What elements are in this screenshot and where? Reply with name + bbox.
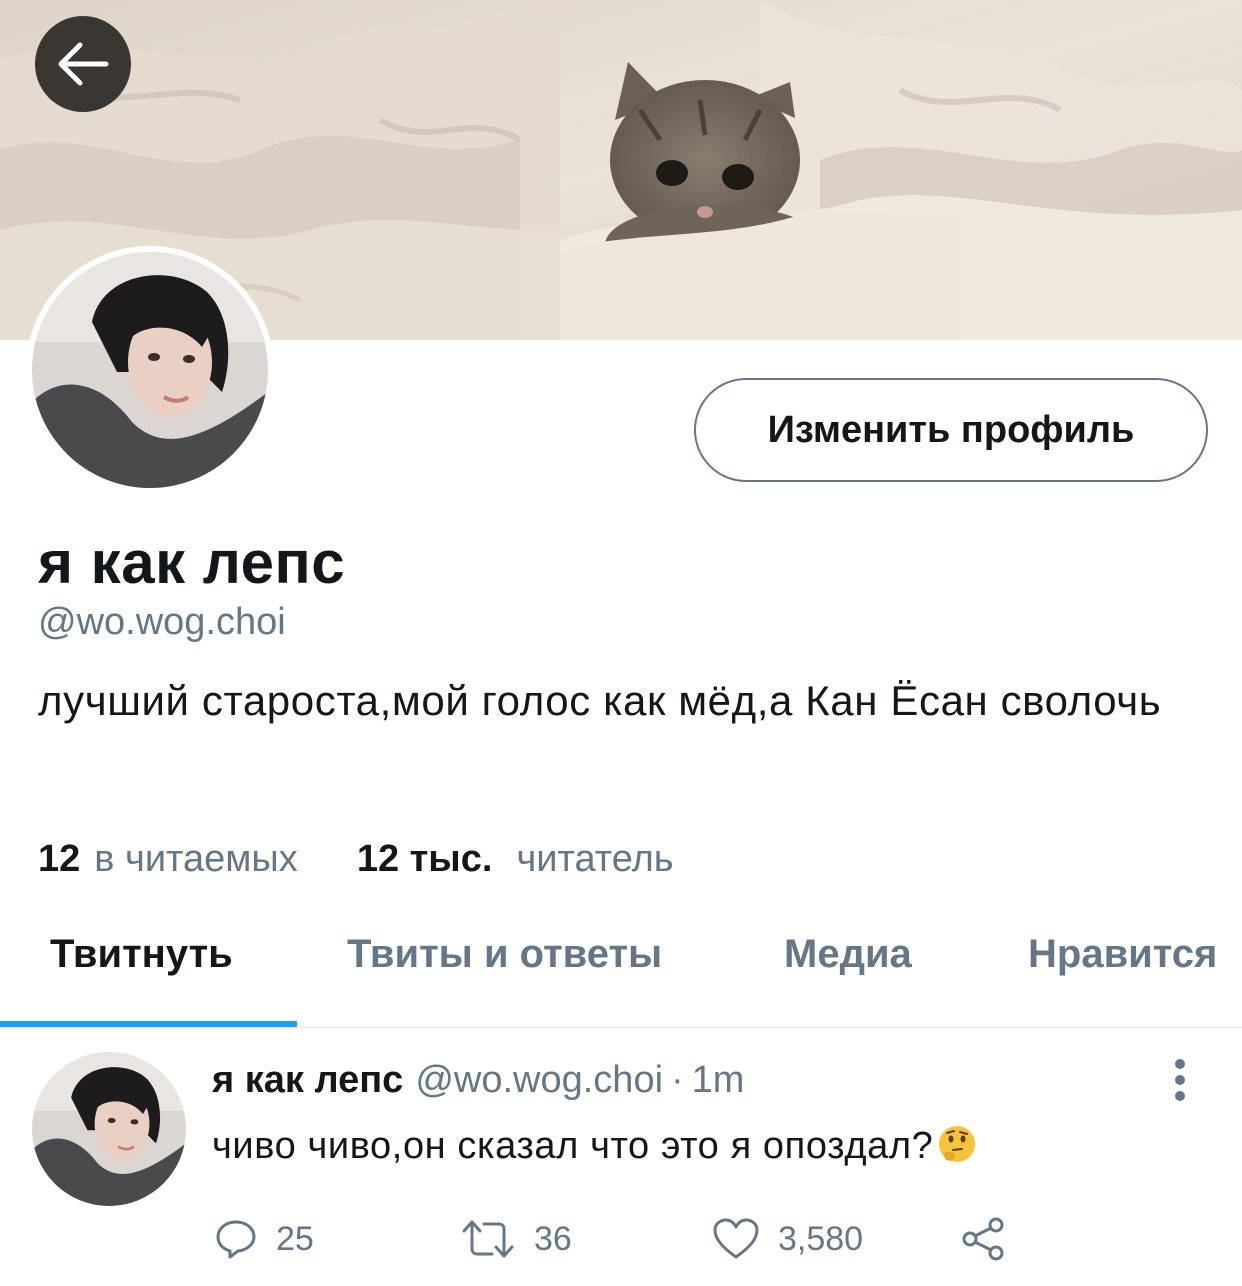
following-stat[interactable]: 12 в читаемых xyxy=(38,838,308,880)
tweet-text: чиво чиво,он сказал что это я опоздал? xyxy=(212,1120,977,1172)
tweet-avatar[interactable] xyxy=(32,1052,186,1206)
tweet-header: я как лепс @wo.wog.choi · 1m xyxy=(212,1056,744,1104)
tabs-divider xyxy=(0,1027,1242,1028)
following-label: в читаемых xyxy=(94,838,298,880)
like-count: 3,580 xyxy=(778,1219,864,1258)
profile-display-name: я как лепс xyxy=(38,529,346,596)
tab-media[interactable]: Медиа xyxy=(784,932,912,977)
following-count: 12 xyxy=(38,838,81,880)
followers-label: читатель xyxy=(516,838,674,880)
tab-tweets-and-replies[interactable]: Твиты и ответы xyxy=(347,932,662,977)
profile-stats: 12 в читаемых 12 тыс. читатель xyxy=(38,835,674,883)
tab-likes[interactable]: Нравится xyxy=(1028,932,1217,977)
retweet-icon xyxy=(462,1220,514,1258)
profile-avatar[interactable] xyxy=(26,246,274,494)
tweet-text-content: чиво чиво,он сказал что это я опоздал? xyxy=(212,1125,934,1167)
profile-tabs: Твитнуть Твиты и ответы Медиа Нравится xyxy=(0,920,1242,1028)
like-button[interactable]: 3,580 xyxy=(712,1214,863,1264)
tweet-author-handle[interactable]: @wo.wog.choi xyxy=(415,1059,663,1101)
share-button[interactable] xyxy=(960,1214,1026,1264)
retweet-count: 36 xyxy=(534,1219,572,1258)
reply-icon xyxy=(216,1220,256,1259)
avatar-image xyxy=(32,252,268,488)
profile-bio: лучший староста,мой голос как мёд,а Кан … xyxy=(38,677,1162,724)
tweet-more-button[interactable] xyxy=(1166,1058,1194,1102)
reply-count: 25 xyxy=(276,1219,314,1258)
share-icon xyxy=(962,1217,1004,1261)
followers-stat[interactable]: 12 тыс. читатель xyxy=(346,838,674,880)
reply-button[interactable]: 25 xyxy=(214,1214,314,1264)
thinking-face-emoji-icon xyxy=(939,1126,976,1162)
arrow-left-icon xyxy=(58,42,109,86)
back-button[interactable] xyxy=(35,16,131,112)
heart-icon xyxy=(713,1218,759,1259)
more-vertical-icon xyxy=(1175,1059,1185,1101)
followers-count: 12 тыс. xyxy=(356,838,493,880)
profile-handle: @wo.wog.choi xyxy=(38,601,286,643)
retweet-button[interactable]: 36 xyxy=(460,1214,572,1264)
tweet-author-name[interactable]: я как лепс xyxy=(212,1059,403,1101)
edit-profile-button[interactable]: Изменить профиль xyxy=(694,378,1208,482)
avatar-image xyxy=(32,1052,186,1206)
tweet-timestamp[interactable]: 1m xyxy=(692,1059,745,1101)
tweet-separator: · xyxy=(671,1059,684,1101)
tab-tweets[interactable]: Твитнуть xyxy=(50,932,233,977)
